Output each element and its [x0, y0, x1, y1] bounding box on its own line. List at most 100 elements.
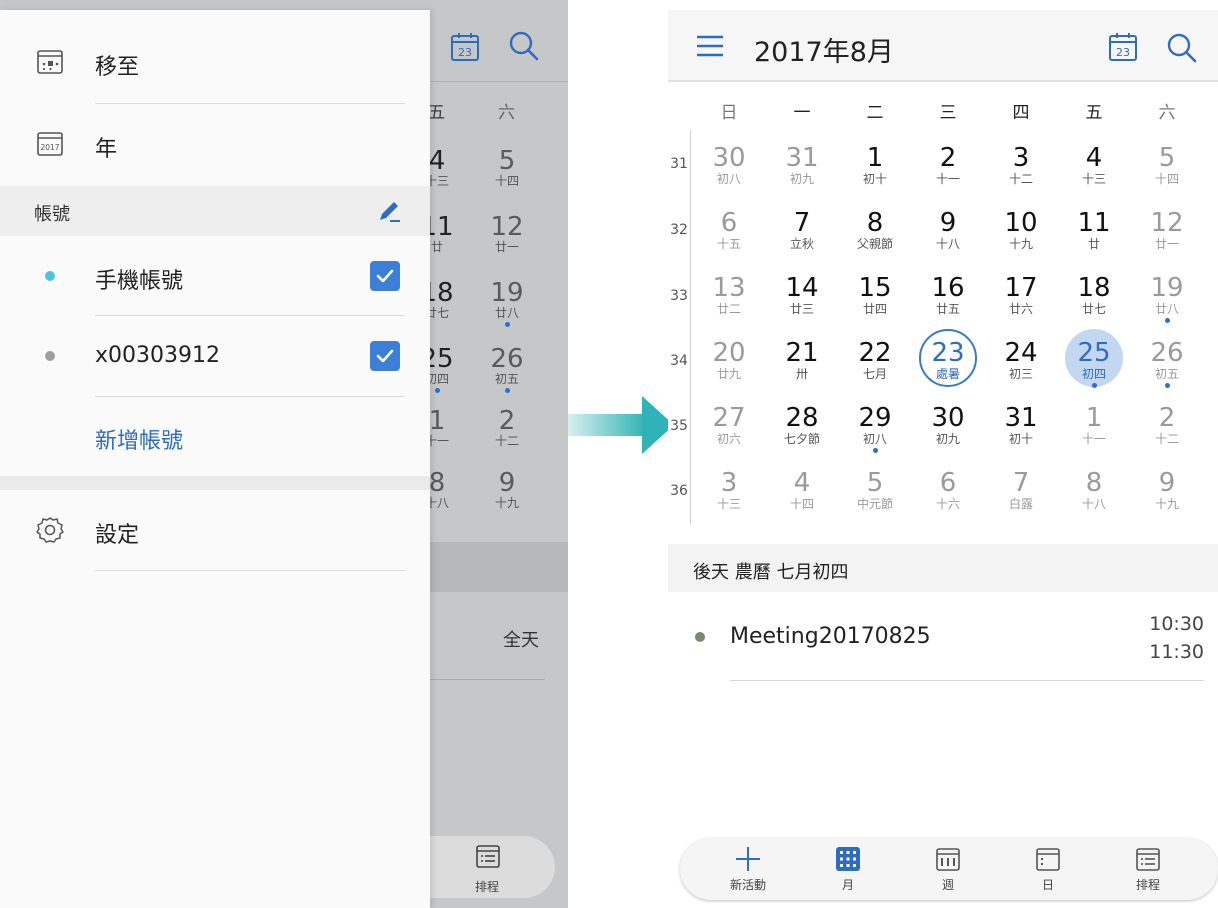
drawer-item-settings[interactable]: 設定 [0, 500, 430, 560]
tab-week[interactable]: 週 [908, 846, 988, 893]
edit-pencil-icon[interactable] [376, 198, 402, 224]
add-account-link[interactable]: 新增帳號 [95, 423, 183, 455]
lunar-date: 十三 [716, 497, 741, 511]
drawer-item-year[interactable]: 2017 年 [0, 114, 430, 174]
day-cell[interactable]: 1 十一 [1062, 392, 1126, 456]
lunar-date: 十五 [716, 237, 741, 251]
day-cell[interactable]: 14 廿三 [770, 262, 834, 326]
lunar-date: 十九 [1008, 237, 1033, 251]
bg-day-cell: 5 十四 [494, 146, 519, 188]
event-dot [1091, 383, 1097, 388]
tab-label: 日 [1041, 878, 1054, 892]
day-cell[interactable]: 2 十一 [916, 132, 980, 196]
day-cell[interactable]: 8 父親節 [843, 197, 907, 261]
day-cell[interactable]: 27 初六 [697, 392, 761, 456]
menu-icon[interactable] [696, 34, 724, 58]
day-number: 22 [858, 338, 892, 368]
day-cell[interactable]: 16 廿五 [916, 262, 980, 326]
tab-new-event[interactable]: 新活動 [708, 846, 788, 893]
lunar-date: 十二 [1154, 432, 1179, 446]
day-cell[interactable]: 17 廿六 [989, 262, 1053, 326]
week-number: 35 [670, 418, 688, 434]
year-calendar-icon: 2017 [37, 132, 63, 156]
event-dot [872, 448, 878, 453]
lunar-date: 初九 [789, 172, 814, 186]
day-cell[interactable]: 2 十二 [1135, 392, 1199, 456]
day-cell[interactable]: 28 七夕節 [770, 392, 834, 456]
day-cell-selected[interactable]: 25 初四 [1062, 327, 1126, 391]
selected-day-info: 後天 農曆 七月初四 [668, 544, 1218, 592]
day-cell[interactable]: 31 初九 [770, 132, 834, 196]
day-cell[interactable]: 3 十二 [989, 132, 1053, 196]
tab-agenda[interactable]: 排程 [1108, 846, 1188, 893]
account-item-x00303912[interactable]: x00303912 [0, 326, 430, 386]
day-cell[interactable]: 1 初十 [843, 132, 907, 196]
event-title[interactable]: Meeting20170825 [730, 624, 931, 649]
day-cell[interactable]: 26 初五 [1135, 327, 1199, 391]
day-cell[interactable]: 4 十三 [1062, 132, 1126, 196]
day-view-icon [1036, 848, 1060, 871]
search-icon[interactable] [1166, 32, 1198, 64]
day-cell-today[interactable]: 23 處暑 [916, 327, 980, 391]
tab-label: 排程 [1135, 878, 1160, 892]
divider [430, 679, 545, 680]
lunar-date: 十一 [1081, 432, 1106, 446]
day-cell[interactable]: 19 廿八 [1135, 262, 1199, 326]
event-dot [504, 322, 510, 327]
day-cell[interactable]: 4 十四 [770, 457, 834, 521]
day-cell[interactable]: 29 初八 [843, 392, 907, 456]
day-cell[interactable]: 8 十八 [1062, 457, 1126, 521]
lunar-date: 廿一 [1154, 237, 1179, 251]
account-checkbox[interactable] [370, 341, 400, 371]
day-cell[interactable]: 31 初十 [989, 392, 1053, 456]
day-cell[interactable]: 30 初九 [916, 392, 980, 456]
day-cell[interactable]: 15 廿四 [843, 262, 907, 326]
event-end-time: 11:30 [1149, 641, 1204, 663]
day-number: 31 [1004, 403, 1038, 433]
day-cell[interactable]: 22 七月 [843, 327, 907, 391]
day-number: 18 [1077, 273, 1111, 303]
day-info-text: 後天 農曆 七月初四 [693, 562, 849, 583]
day-cell[interactable]: 9 十八 [916, 197, 980, 261]
day-cell[interactable]: 12 廿一 [1135, 197, 1199, 261]
day-cell[interactable]: 6 十六 [916, 457, 980, 521]
day-cell[interactable]: 5 十四 [1135, 132, 1199, 196]
day-cell[interactable]: 7 白露 [989, 457, 1053, 521]
account-item-phone[interactable]: 手機帳號 [0, 246, 430, 306]
agenda-tab-label: 排程 [475, 880, 500, 894]
event-start-time: 10:30 [1149, 613, 1204, 635]
weekday-tue: 二 [866, 103, 884, 123]
lunar-date: 初十 [862, 172, 887, 186]
today-icon[interactable]: 23 [1108, 32, 1138, 62]
day-cell[interactable]: 13 廿二 [697, 262, 761, 326]
account-checkbox[interactable] [370, 261, 400, 291]
day-cell[interactable]: 11 廿 [1062, 197, 1126, 261]
day-number: 27 [712, 403, 746, 433]
bg-day-cell: 26 初五 [482, 346, 532, 393]
day-cell[interactable]: 24 初三 [989, 327, 1053, 391]
lunar-date: 廿五 [935, 302, 960, 316]
tab-day[interactable]: 日 [1008, 846, 1088, 893]
lunar-date: 十八 [935, 237, 960, 251]
day-cell[interactable]: 7 立秋 [770, 197, 834, 261]
day-cell[interactable]: 30 初八 [697, 132, 761, 196]
day-cell[interactable]: 10 十九 [989, 197, 1053, 261]
section-gap [0, 476, 430, 490]
day-cell[interactable]: 18 廿七 [1062, 262, 1126, 326]
day-cell[interactable]: 3 十三 [697, 457, 761, 521]
tab-month[interactable]: 月 [808, 846, 888, 893]
day-cell[interactable]: 9 十九 [1135, 457, 1199, 521]
day-cell[interactable]: 21 卅 [770, 327, 834, 391]
today-icon-text: 23 [1116, 46, 1130, 59]
day-cell[interactable]: 6 十五 [697, 197, 761, 261]
agenda-icon [476, 845, 500, 868]
bg-day-cell: 9 十九 [494, 468, 519, 510]
lunar-date: 廿八 [1154, 302, 1179, 316]
day-number: 24 [1004, 338, 1038, 368]
day-cell[interactable]: 20 廿九 [697, 327, 761, 391]
day-number: 3 [1012, 143, 1030, 173]
day-cell[interactable]: 5 中元節 [843, 457, 907, 521]
tab-label: 新活動 [729, 878, 766, 892]
day-number: 8 [866, 208, 884, 238]
drawer-item-goto[interactable]: 移至 [0, 32, 430, 92]
